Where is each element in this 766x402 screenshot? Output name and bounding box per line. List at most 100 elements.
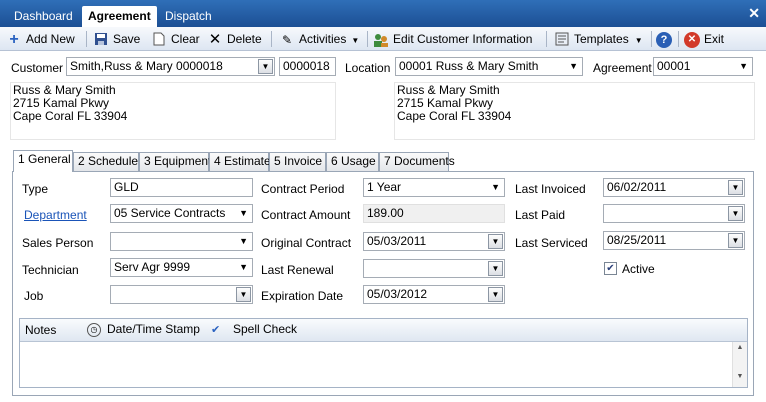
activities-label: Activities — [299, 32, 347, 46]
dropdown-arrow-icon: ▼ — [634, 36, 643, 45]
dropdown-arrow-icon: ▼ — [351, 36, 360, 45]
customer-code-field[interactable]: 0000018 — [279, 57, 336, 76]
help-button[interactable]: ? — [656, 30, 676, 48]
scroll-down-icon[interactable]: ▼ — [733, 373, 747, 380]
dropdown-button-icon[interactable]: ▼ — [728, 233, 743, 248]
delete-label: Delete — [227, 32, 262, 46]
exit-button[interactable]: ✕ Exit — [684, 30, 724, 48]
floppy-disk-icon — [93, 32, 109, 48]
last-paid-label: Last Paid — [515, 208, 566, 222]
last-serviced-date-picker[interactable]: 08/25/2011 ▼ — [603, 231, 745, 250]
delete-button[interactable]: ✕ Delete — [207, 30, 262, 48]
help-icon: ? — [656, 31, 672, 48]
tab-dashboard[interactable]: Dashboard — [8, 6, 79, 27]
last-renewal-date-picker[interactable]: ▼ — [363, 259, 505, 278]
blank-page-icon — [151, 32, 167, 48]
dropdown-button-icon[interactable]: ▼ — [728, 206, 743, 221]
dropdown-button-icon[interactable]: ▼ — [488, 234, 503, 249]
dropdown-button-icon[interactable]: ▼ — [258, 59, 273, 74]
technician-label: Technician — [22, 263, 79, 277]
add-new-button[interactable]: + Add New — [6, 30, 75, 48]
templates-label: Templates — [574, 32, 629, 46]
address-line: Cape Coral FL 33904 — [13, 109, 128, 123]
spell-check-button[interactable]: ✔ Spell Check — [211, 322, 297, 336]
close-icon[interactable]: ✕ — [748, 5, 760, 22]
expiration-date-value: 05/03/2012 — [367, 287, 428, 301]
last-renewal-label: Last Renewal — [261, 263, 334, 277]
location-address-box: Russ & Mary Smith 2715 Kamal Pkwy Cape C… — [394, 82, 755, 140]
customer-label: Customer — [11, 61, 64, 75]
active-checkbox[interactable]: ✔ — [604, 262, 617, 275]
dropdown-button-icon[interactable]: ▼ — [488, 287, 503, 302]
toolbar-separator — [546, 31, 547, 47]
last-serviced-value: 08/25/2011 — [607, 233, 667, 247]
dropdown-button-icon[interactable]: ▼ — [236, 287, 251, 302]
type-field[interactable]: GLD — [110, 178, 253, 197]
toolbar: + Add New Save Clear ✕ Delete ✎ Activities ▼… — [0, 27, 766, 51]
exit-label: Exit — [704, 32, 725, 46]
tab-equipment[interactable]: 3 Equipment — [139, 152, 211, 171]
contract-period-combobox[interactable]: 1 Year ▼ — [363, 178, 505, 197]
datetime-stamp-label: Date/Time Stamp — [107, 322, 200, 336]
job-combobox[interactable]: ▼ — [110, 285, 253, 304]
edit-customer-button[interactable]: Edit Customer Information — [373, 30, 532, 48]
people-icon — [373, 32, 389, 48]
dropdown-button-icon[interactable]: ▼ — [728, 180, 743, 195]
tab-dispatch[interactable]: Dispatch — [159, 6, 218, 27]
job-label: Job — [24, 289, 44, 303]
scroll-up-icon[interactable]: ▲ — [733, 344, 747, 351]
agreement-combobox[interactable]: 00001 ▼ — [653, 57, 753, 76]
tab-invoice[interactable]: 5 Invoice — [269, 152, 326, 171]
datetime-stamp-button[interactable]: ◷ Date/Time Stamp — [87, 322, 200, 337]
technician-combobox[interactable]: Serv Agr 9999 ▼ — [110, 258, 253, 277]
tab-general[interactable]: 1 General — [13, 150, 73, 172]
clear-button[interactable]: Clear — [151, 30, 200, 48]
chevron-down-icon: ▼ — [239, 208, 248, 218]
tab-estimate[interactable]: 4 Estimate — [209, 152, 271, 171]
original-contract-date-picker[interactable]: 05/03/2011 ▼ — [363, 232, 505, 251]
department-combobox[interactable]: 05 Service Contracts ▼ — [110, 204, 253, 223]
toolbar-separator — [651, 31, 652, 47]
notes-scrollbar[interactable]: ▲ ▼ — [732, 342, 747, 387]
toolbar-separator — [678, 31, 679, 47]
chevron-down-icon: ▼ — [739, 61, 748, 71]
pencil-note-icon: ✎ — [281, 32, 293, 47]
activities-button[interactable]: ✎ Activities ▼ — [279, 30, 359, 48]
edit-customer-label: Edit Customer Information — [393, 32, 533, 46]
tab-documents[interactable]: 7 Documents — [379, 152, 455, 171]
save-button[interactable]: Save — [93, 30, 140, 48]
tab-usage[interactable]: 6 Usage — [326, 152, 379, 171]
notes-label: Notes — [25, 323, 57, 337]
customer-combobox[interactable]: Smith,Russ & Mary 0000018 ▼ — [66, 57, 275, 76]
last-invoiced-date-picker[interactable]: 06/02/2011 ▼ — [603, 178, 745, 197]
clock-icon: ◷ — [87, 322, 101, 337]
last-invoiced-value: 06/02/2011 — [607, 180, 667, 194]
location-combobox[interactable]: 00001 Russ & Mary Smith ▼ — [395, 57, 583, 76]
expiration-date-picker[interactable]: 05/03/2012 ▼ — [363, 285, 505, 304]
customer-value: Smith,Russ & Mary 0000018 — [70, 59, 223, 73]
tab-schedule[interactable]: 2 Schedule — [73, 152, 139, 171]
tab-agreement[interactable]: Agreement — [82, 6, 157, 27]
location-value: 00001 Russ & Mary Smith — [399, 59, 539, 73]
contract-period-value: 1 Year — [367, 180, 402, 194]
customer-code-value: 0000018 — [283, 59, 330, 73]
add-new-label: Add New — [26, 32, 75, 46]
spell-check-label: Spell Check — [233, 322, 298, 336]
notes-textarea[interactable] — [20, 342, 732, 387]
delete-x-icon: ✕ — [208, 30, 222, 48]
last-serviced-label: Last Serviced — [515, 236, 588, 250]
notes-section: Notes ◷ Date/Time Stamp ✔ Spell Check ▲ ▼ — [19, 318, 748, 388]
department-link[interactable]: Department — [24, 208, 87, 222]
sales-person-combobox[interactable]: ▼ — [110, 232, 253, 251]
address-line: Cape Coral FL 33904 — [397, 109, 512, 123]
type-value: GLD — [114, 180, 139, 194]
toolbar-separator — [86, 31, 87, 47]
spell-check-icon: ✔ — [211, 324, 221, 337]
last-paid-date-picker[interactable]: ▼ — [603, 204, 745, 223]
templates-button[interactable]: Templates ▼ — [554, 30, 643, 48]
contract-period-label: Contract Period — [261, 182, 345, 196]
dropdown-button-icon[interactable]: ▼ — [488, 261, 503, 276]
toolbar-separator — [367, 31, 368, 47]
notes-header: Notes ◷ Date/Time Stamp ✔ Spell Check — [20, 319, 747, 342]
original-contract-label: Original Contract — [261, 236, 352, 250]
